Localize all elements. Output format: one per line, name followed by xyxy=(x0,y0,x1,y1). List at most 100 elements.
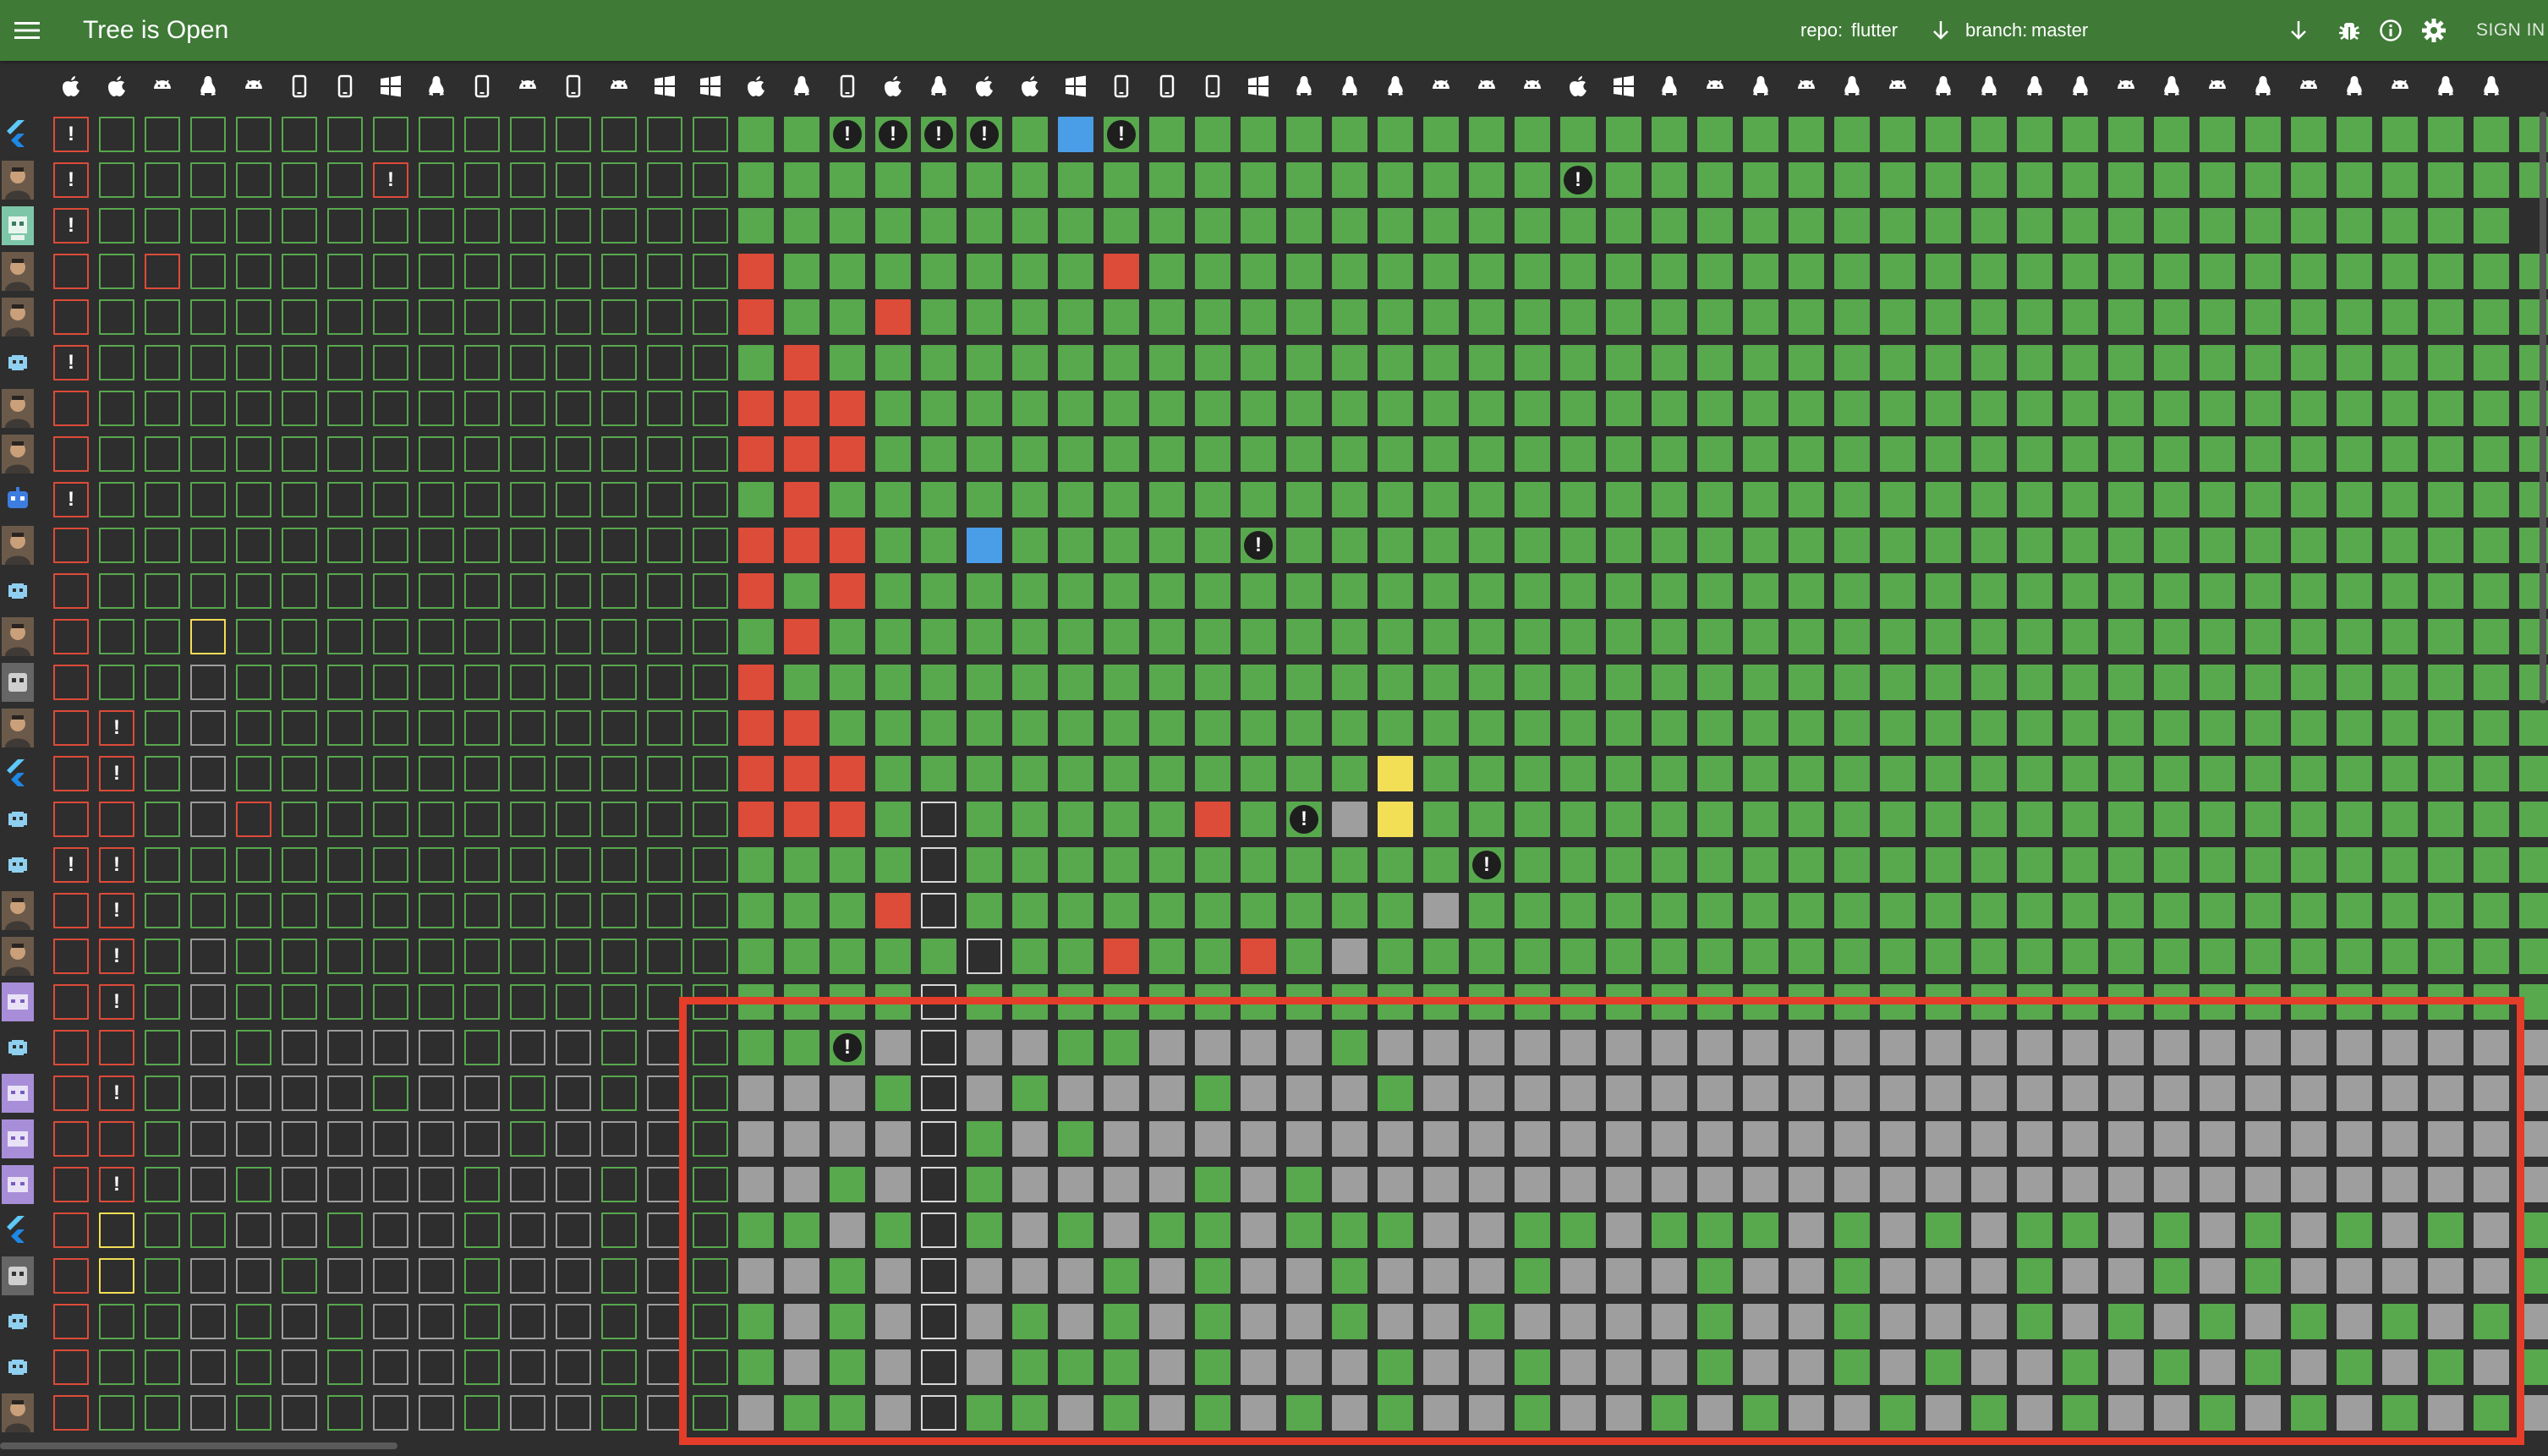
windows-icon[interactable] xyxy=(1053,61,1099,112)
task-cell-skipped[interactable] xyxy=(282,1349,317,1385)
task-cell-skipped[interactable] xyxy=(1423,1030,1459,1065)
task-cell-succeeded[interactable] xyxy=(145,1121,180,1157)
task-cell-succeeded[interactable] xyxy=(967,208,1002,244)
task-cell-succeeded[interactable] xyxy=(1012,984,1048,1020)
task-cell-succeeded[interactable] xyxy=(1423,939,1459,974)
task-cell-succeeded[interactable] xyxy=(1286,482,1322,517)
task-cell-succeeded[interactable] xyxy=(1104,1030,1139,1065)
task-cell-succeeded[interactable] xyxy=(647,208,682,244)
task-cell-succeeded[interactable] xyxy=(510,299,545,335)
task-cell-skipped[interactable] xyxy=(1241,1121,1276,1157)
task-cell-succeeded[interactable] xyxy=(2063,345,2098,380)
task-cell-succeeded[interactable] xyxy=(1423,802,1459,837)
task-cell-succeeded[interactable] xyxy=(693,391,728,426)
task-cell-succeeded[interactable] xyxy=(1058,482,1093,517)
task-cell-succeeded[interactable] xyxy=(1423,345,1459,380)
task-cell-skipped[interactable] xyxy=(1469,1349,1504,1385)
task-cell-succeeded[interactable] xyxy=(1423,436,1459,472)
task-cell-succeeded[interactable] xyxy=(1195,573,1230,609)
task-cell-succeeded[interactable] xyxy=(2017,619,2052,654)
task-cell-succeeded[interactable] xyxy=(1743,619,1778,654)
task-cell-skipped[interactable] xyxy=(1880,1304,1915,1339)
task-cell-succeeded[interactable] xyxy=(1834,528,1870,563)
task-cell-succeeded[interactable] xyxy=(464,893,500,928)
task-cell-skipped[interactable] xyxy=(784,1304,819,1339)
task-cell-skipped[interactable] xyxy=(1880,1121,1915,1157)
task-cell-succeeded[interactable] xyxy=(236,391,271,426)
task-cell-succeeded[interactable] xyxy=(601,528,637,563)
task-cell-succeeded[interactable] xyxy=(1104,573,1139,609)
task-cell-skipped[interactable] xyxy=(2337,1304,2372,1339)
task-cell-skipped[interactable] xyxy=(1149,1121,1185,1157)
task-cell-skipped[interactable] xyxy=(1423,1167,1459,1202)
task-cell-succeeded[interactable] xyxy=(145,619,180,654)
task-cell-succeeded[interactable] xyxy=(510,117,545,152)
task-cell-succeeded[interactable] xyxy=(875,802,911,837)
task-cell-skipped[interactable] xyxy=(647,1030,682,1065)
task-cell-succeeded[interactable] xyxy=(1012,619,1048,654)
task-cell-failed[interactable] xyxy=(830,391,865,426)
android-icon[interactable] xyxy=(1692,61,1738,112)
task-cell-succeeded[interactable] xyxy=(1606,665,1641,700)
task-cell-succeeded[interactable] xyxy=(1515,573,1550,609)
task-cell-succeeded[interactable] xyxy=(464,528,500,563)
task-cell-succeeded[interactable] xyxy=(2428,345,2463,380)
task-cell-succeeded[interactable] xyxy=(2428,208,2463,244)
task-cell-skipped[interactable] xyxy=(1743,1076,1778,1111)
task-cell-skipped[interactable] xyxy=(190,1121,226,1157)
task-cell-succeeded[interactable] xyxy=(2108,254,2144,289)
task-cell-succeeded[interactable] xyxy=(145,482,180,517)
task-cell-succeeded[interactable] xyxy=(2291,939,2326,974)
commit-avatar[interactable] xyxy=(2,1393,34,1432)
task-cell-succeeded[interactable] xyxy=(1697,254,1733,289)
task-cell-succeeded[interactable] xyxy=(282,710,317,746)
task-cell-succeeded[interactable] xyxy=(1286,345,1322,380)
task-cell-succeeded[interactable] xyxy=(2382,984,2418,1020)
task-cell-succeeded[interactable] xyxy=(1560,299,1596,335)
task-cell-skipped[interactable] xyxy=(190,802,226,837)
task-cell-succeeded[interactable] xyxy=(647,162,682,198)
task-cell-succeeded[interactable] xyxy=(693,1395,728,1431)
task-cell-succeeded[interactable] xyxy=(2291,117,2326,152)
android-icon[interactable] xyxy=(1418,61,1464,112)
task-cell-skipped[interactable] xyxy=(1743,1030,1778,1065)
task-cell-succeeded[interactable] xyxy=(2428,391,2463,426)
task-cell-succeeded[interactable] xyxy=(2291,802,2326,837)
task-cell-succeeded[interactable] xyxy=(647,482,682,517)
task-cell-failed[interactable] xyxy=(53,984,89,1020)
task-cell-succeeded[interactable] xyxy=(1332,391,1367,426)
task-cell-succeeded[interactable] xyxy=(2337,665,2372,700)
task-cell-skipped[interactable] xyxy=(2245,1030,2281,1065)
task-cell-succeeded[interactable] xyxy=(1058,1212,1093,1248)
task-cell-succeeded[interactable] xyxy=(2063,391,2098,426)
task-cell-succeeded[interactable] xyxy=(1423,208,1459,244)
task-cell-succeeded[interactable] xyxy=(1423,299,1459,335)
task-cell-skipped[interactable] xyxy=(967,1076,1002,1111)
task-cell-succeeded[interactable] xyxy=(1515,391,1550,426)
task-cell-skipped[interactable] xyxy=(647,1212,682,1248)
task-cell-succeeded[interactable] xyxy=(2063,299,2098,335)
task-cell-succeeded[interactable] xyxy=(784,254,819,289)
task-cell-succeeded[interactable] xyxy=(693,939,728,974)
task-cell-failed[interactable] xyxy=(784,619,819,654)
task-cell-succeeded[interactable] xyxy=(1515,254,1550,289)
task-cell-succeeded[interactable] xyxy=(1560,665,1596,700)
task-cell-skipped[interactable] xyxy=(1469,1395,1504,1431)
task-cell-succeeded[interactable] xyxy=(2017,1212,2052,1248)
task-cell-succeeded[interactable] xyxy=(556,162,591,198)
task-cell-skipped[interactable] xyxy=(784,1258,819,1294)
task-cell-skipped[interactable] xyxy=(1743,1258,1778,1294)
task-cell-succeeded[interactable] xyxy=(2382,665,2418,700)
task-cell-succeeded[interactable] xyxy=(1286,1212,1322,1248)
task-cell-succeeded[interactable] xyxy=(1652,1212,1687,1248)
linux-icon[interactable] xyxy=(2469,61,2514,112)
task-cell-succeeded[interactable] xyxy=(875,1212,911,1248)
android-icon[interactable] xyxy=(1784,61,1829,112)
task-cell-succeeded[interactable] xyxy=(738,847,774,883)
task-cell-failed[interactable] xyxy=(1104,254,1139,289)
mobile-icon[interactable] xyxy=(277,61,322,112)
task-cell-succeeded[interactable] xyxy=(510,893,545,928)
task-cell-succeeded[interactable] xyxy=(2245,710,2281,746)
task-cell-succeeded[interactable] xyxy=(1423,482,1459,517)
task-cell-skipped[interactable] xyxy=(2291,1030,2326,1065)
